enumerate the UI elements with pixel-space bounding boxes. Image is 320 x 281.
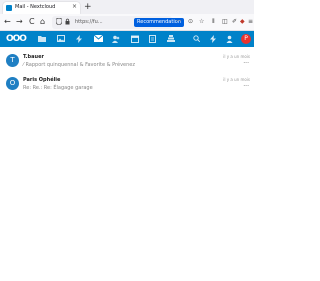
contacts-icon [112,35,120,43]
tracking-shield-icon[interactable] [55,17,63,28]
page-actions-icon[interactable]: ··· [176,18,182,26]
stack-icon [167,35,175,42]
magnifier-icon [193,35,201,43]
nextcloud-header: OOO P [0,31,254,47]
more-actions-icon[interactable]: ··· [243,60,249,68]
mail-subject: ⁄ Rapport quinquennal & Favorite & Préve… [23,62,135,68]
mail-list-item[interactable]: O Paris Ophélie Re: Re.: Re: Élagage gar… [0,74,254,96]
photos-app-icon[interactable] [57,35,65,44]
mail-sender: T.bauer [23,54,44,60]
extension-icon[interactable]: ✐ [232,18,237,26]
deck-app-icon[interactable] [167,35,175,44]
lock-icon[interactable] [65,18,70,28]
home-icon[interactable]: ⌂ [40,16,45,28]
folder-icon [38,36,46,42]
search-icon[interactable] [193,35,201,44]
notifications-icon[interactable] [210,35,216,45]
new-tab-button[interactable]: + [84,2,92,12]
sender-avatar: T [6,54,19,67]
sidebar-icon[interactable]: ◫ [222,18,228,26]
files-app-icon[interactable] [38,35,46,44]
recommendation-label: Recommendation [137,19,181,25]
contacts-app-icon[interactable] [112,35,120,45]
sender-avatar: O [6,77,19,90]
lightning-icon [210,35,216,43]
nextcloud-logo[interactable]: OOO [6,34,27,44]
mail-subject-text: Rapport quinquennal & Favorite & Prévene… [25,62,135,68]
contacts-menu-icon[interactable] [226,35,233,45]
draft-icon: ⁄ [23,62,24,68]
note-icon [149,35,156,43]
shield-icon [55,17,63,26]
back-icon[interactable]: ← [4,16,11,28]
mail-subject: Re: Re.: Re: Élagage garage [23,85,93,91]
nextcloud-favicon-icon [6,5,12,11]
library-icon[interactable]: ⫴ [212,18,215,26]
user-icon [226,35,233,43]
pocket-icon[interactable]: ⊙ [188,18,193,26]
reload-icon[interactable]: C [29,16,35,28]
menu-icon[interactable]: ≡ [248,18,253,26]
mail-date: il y a un mois [223,77,250,82]
mail-sender: Paris Ophélie [23,77,61,83]
calendar-icon [131,35,139,43]
browser-toolbar: ← → C ⌂ https://fu... Recommendation ···… [0,14,254,31]
bookmark-star-icon[interactable]: ☆ [199,18,204,26]
envelope-icon [93,34,104,42]
browser-tab[interactable]: Mail - Nextcloud × [3,2,80,14]
tab-title: Mail - Nextcloud [15,4,56,10]
ublock-icon[interactable]: ◆ [240,18,245,26]
forward-icon[interactable]: → [16,16,23,28]
close-tab-icon[interactable]: × [72,3,77,11]
image-icon [57,35,65,42]
padlock-icon [65,18,70,25]
activity-app-icon[interactable] [76,35,82,45]
notes-app-icon[interactable] [149,35,156,45]
lightning-icon [76,35,82,43]
url-bar[interactable]: https://fu... Recommendation [52,16,184,29]
user-avatar[interactable]: P [241,34,251,44]
url-text[interactable]: https://fu... [75,19,103,25]
mail-date: il y a un mois [223,54,250,59]
mail-list-item[interactable]: T T.bauer ⁄ Rapport quinquennal & Favori… [0,51,254,73]
more-actions-icon[interactable]: ··· [243,83,249,91]
mail-app-icon[interactable] [93,34,104,44]
browser-tab-bar: Mail - Nextcloud × + [0,0,254,14]
calendar-app-icon[interactable] [131,35,139,45]
